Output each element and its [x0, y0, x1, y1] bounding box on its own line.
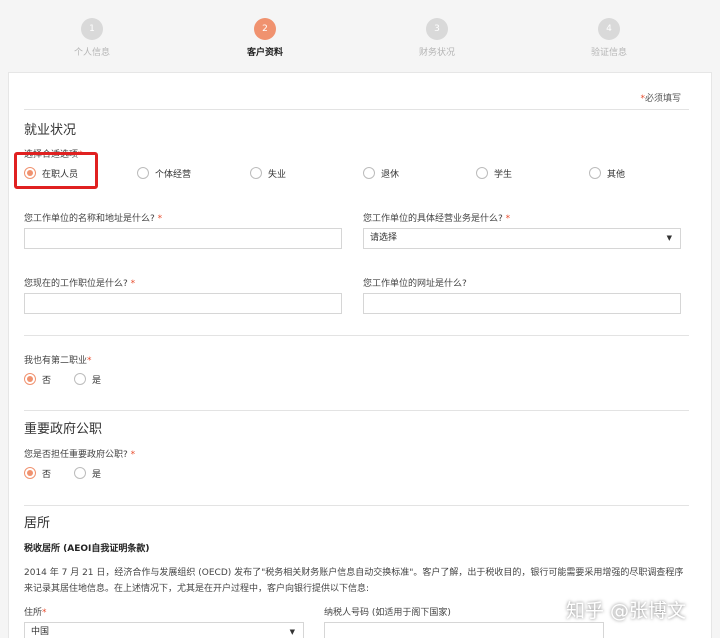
radio-label: 个体经营 — [155, 169, 192, 180]
radio-label: 是 — [92, 469, 102, 480]
pep-question-label: 您是否担任重要政府公职? * — [24, 450, 136, 460]
progress-steps: 1 个人信息 2 客户资料 3 财务状况 4 验证信息 — [0, 0, 720, 70]
residence-section-title: 居所 — [24, 516, 51, 531]
radio-label: 退休 — [381, 169, 400, 180]
form-card: *必须填写 就业状况 选择合适选项* 在职人员 个体经营 失业 退休 学生 其他… — [8, 72, 712, 638]
highlight-box — [14, 152, 98, 189]
country-select[interactable]: 中国 ▼ — [24, 622, 304, 638]
select-value: 中国 — [31, 627, 50, 637]
step-label: 财务状况 — [418, 48, 455, 58]
tax-residence-subtitle: 税收居所 (AEOI自我证明条款) — [24, 544, 150, 554]
step-client-profile[interactable]: 2 客户资料 — [205, 18, 325, 58]
radio-label: 是 — [92, 375, 102, 386]
step-number: 1 — [81, 18, 103, 40]
employer-name-input[interactable] — [24, 228, 342, 249]
radio-option-other[interactable]: 其他 — [589, 165, 625, 181]
radio-second-job-yes[interactable]: 是 — [74, 371, 101, 387]
radio-button[interactable] — [74, 467, 86, 479]
step-financial-status[interactable]: 3 财务状况 — [377, 18, 497, 58]
radio-option-unemployed[interactable]: 失业 — [250, 165, 286, 181]
tin-label: 纳税人号码 (如适用于阁下国家) — [324, 608, 451, 618]
caret-down-icon: ▼ — [289, 628, 295, 636]
radio-second-job-no[interactable]: 否 — [24, 371, 51, 387]
radio-button[interactable] — [74, 373, 86, 385]
step-number: 2 — [254, 18, 276, 40]
second-job-label: 我也有第二职业* — [24, 356, 92, 366]
radio-option-student[interactable]: 学生 — [476, 165, 512, 181]
radio-button[interactable] — [363, 167, 375, 179]
employer-business-label: 您工作单位的具体经营业务是什么? * — [363, 214, 511, 224]
radio-option-retired[interactable]: 退休 — [363, 165, 399, 181]
radio-button[interactable] — [24, 467, 36, 479]
radio-pep-yes[interactable]: 是 — [74, 465, 101, 481]
radio-label: 学生 — [494, 169, 513, 180]
required-note: *必须填写 — [640, 94, 681, 104]
step-number: 3 — [426, 18, 448, 40]
country-label: 住所* — [24, 608, 47, 618]
radio-label: 失业 — [268, 169, 287, 180]
radio-label: 否 — [42, 469, 52, 480]
radio-button[interactable] — [137, 167, 149, 179]
radio-button[interactable] — [589, 167, 601, 179]
pep-section-title: 重要政府公职 — [24, 422, 103, 437]
divider — [24, 410, 689, 411]
caret-down-icon: ▼ — [666, 234, 672, 242]
radio-button[interactable] — [24, 373, 36, 385]
job-position-label: 您现在的工作职位是什么? * — [24, 279, 136, 289]
radio-pep-no[interactable]: 否 — [24, 465, 51, 481]
watermark: 知乎 @张博文 — [566, 600, 687, 622]
step-verification[interactable]: 4 验证信息 — [549, 18, 669, 58]
step-label: 验证信息 — [590, 48, 627, 58]
radio-button[interactable] — [250, 167, 262, 179]
radio-option-self-employed[interactable]: 个体经营 — [137, 165, 191, 181]
radio-button[interactable] — [476, 167, 488, 179]
step-label: 个人信息 — [73, 48, 110, 58]
employer-business-select[interactable]: 请选择 ▼ — [363, 228, 681, 249]
divider — [24, 109, 689, 110]
radio-label: 否 — [42, 375, 52, 386]
employer-name-label: 您工作单位的名称和地址是什么? * — [24, 214, 163, 224]
tin-input[interactable] — [324, 622, 604, 638]
step-personal-info[interactable]: 1 个人信息 — [32, 18, 152, 58]
aeoi-paragraph: 2014 年 7 月 21 日，经济合作与发展组织 (OECD) 发布了"税务相… — [24, 568, 684, 594]
radio-label: 其他 — [607, 169, 626, 180]
step-label: 客户资料 — [246, 48, 283, 58]
step-number: 4 — [598, 18, 620, 40]
employer-website-input[interactable] — [363, 293, 681, 314]
divider — [24, 505, 689, 506]
divider — [24, 335, 689, 336]
select-value: 请选择 — [370, 233, 398, 243]
employer-website-label: 您工作单位的网址是什么? — [363, 279, 467, 289]
employment-section-title: 就业状况 — [24, 123, 77, 138]
job-position-input[interactable] — [24, 293, 342, 314]
